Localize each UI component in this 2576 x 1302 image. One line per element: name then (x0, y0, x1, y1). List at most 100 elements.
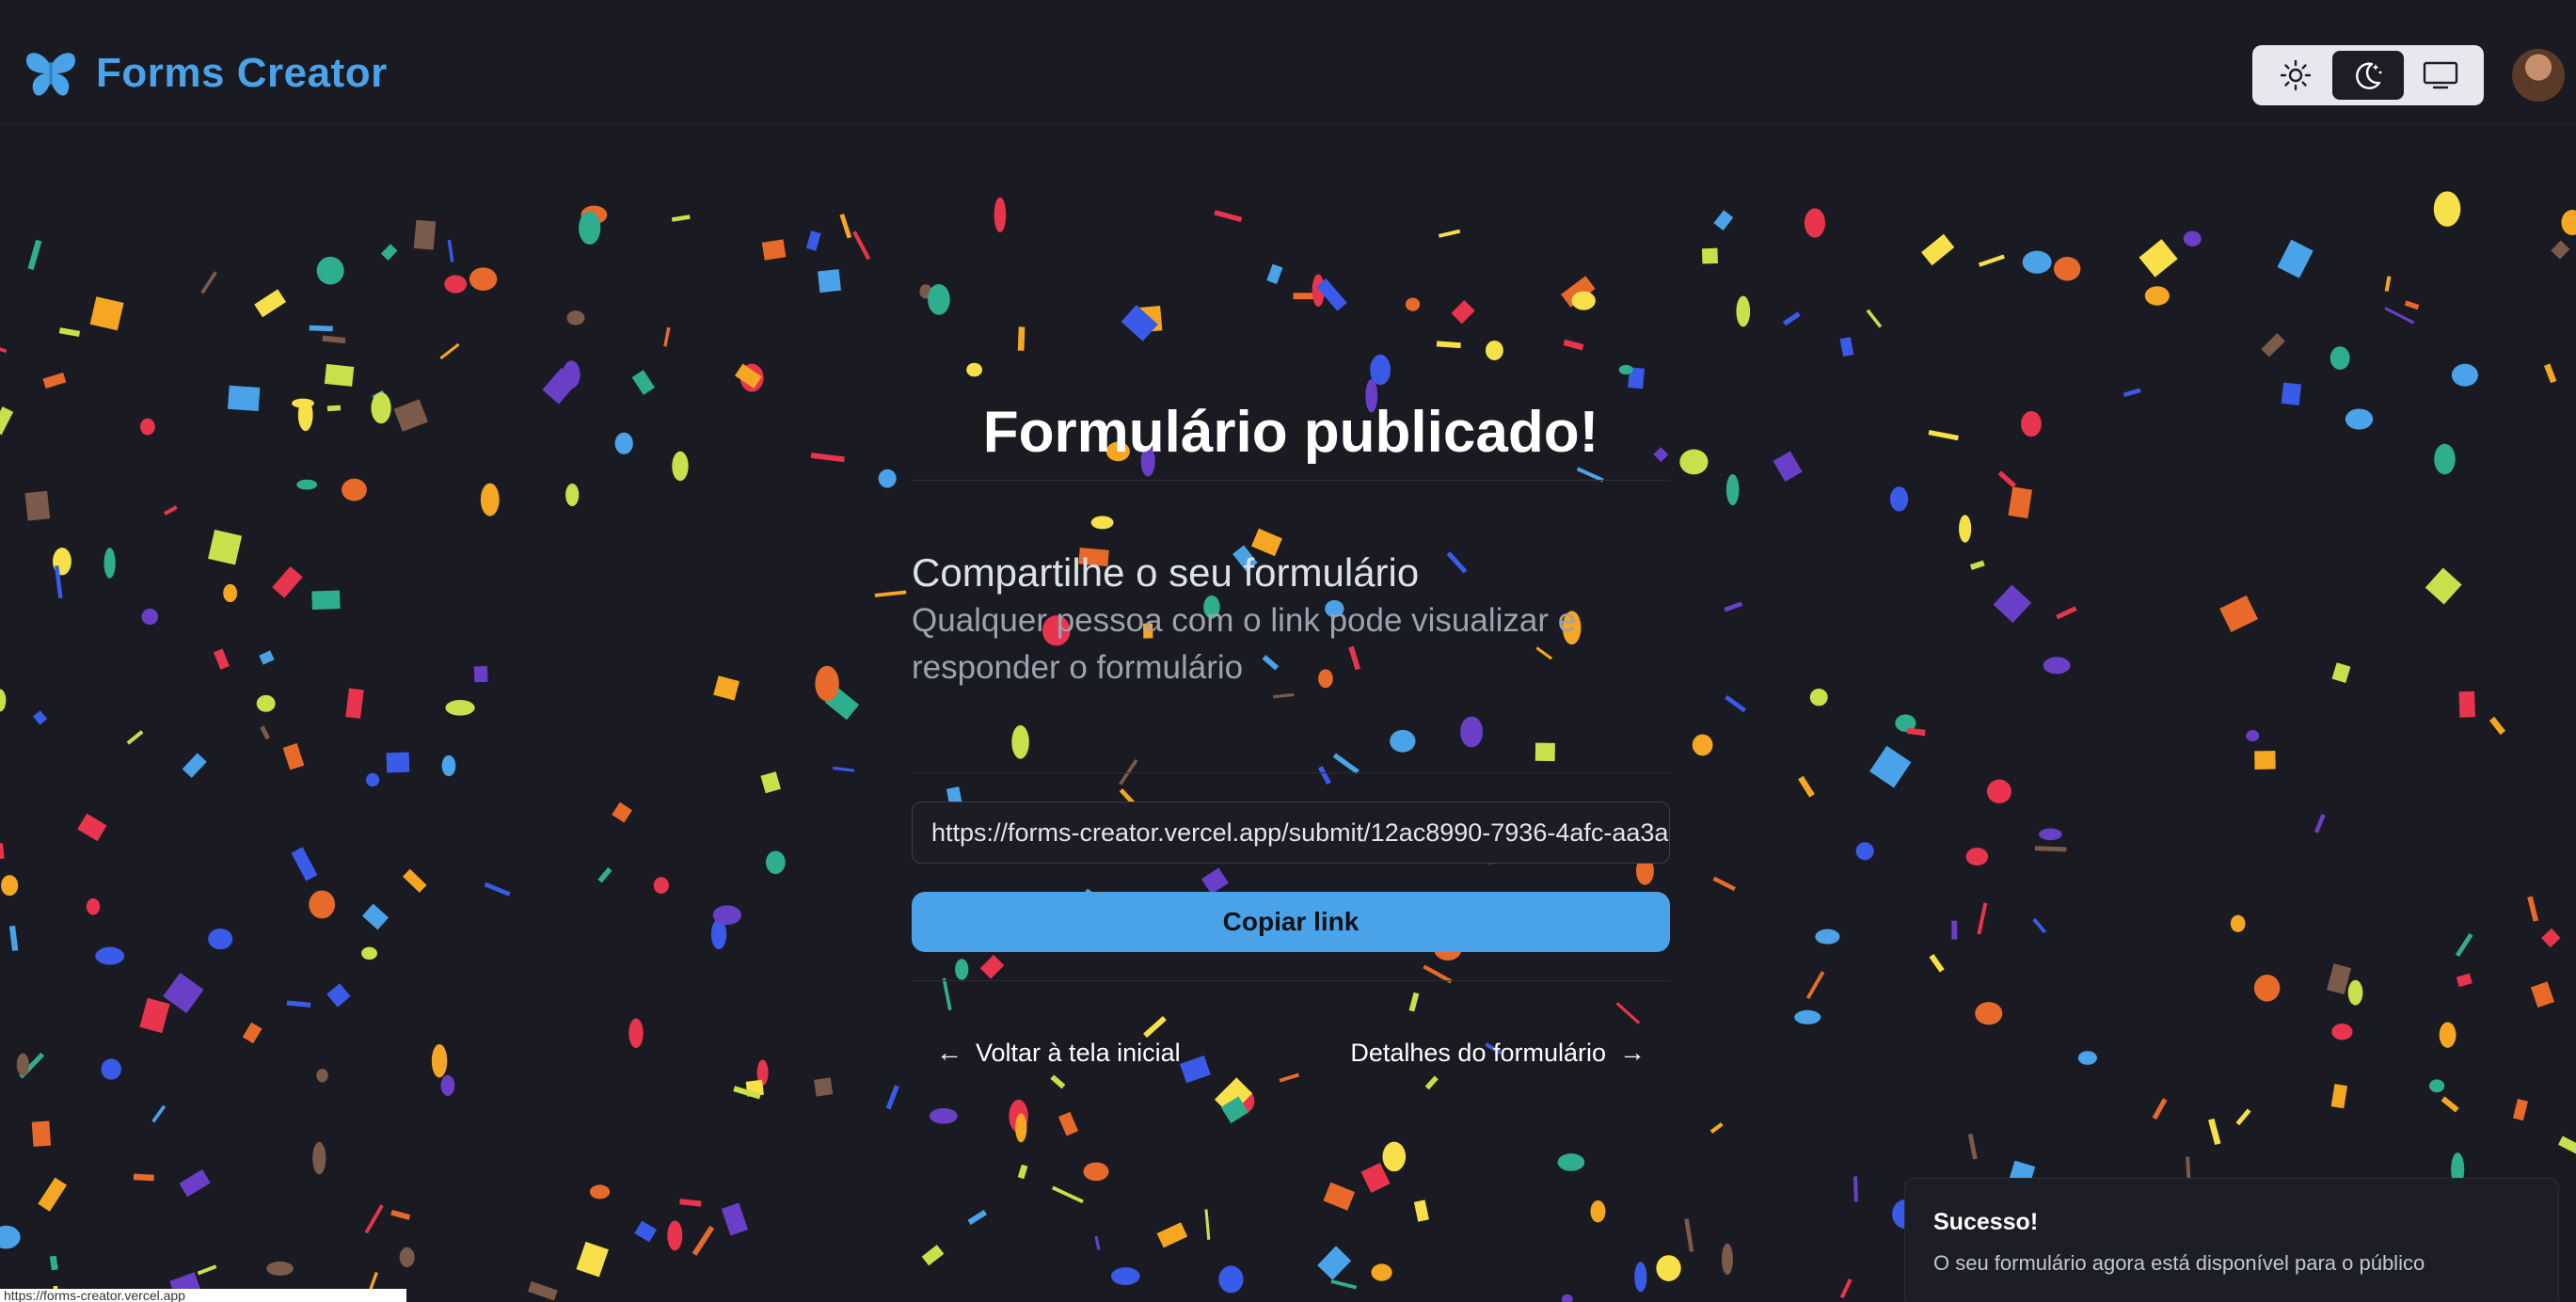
confetti-piece (566, 310, 585, 326)
toast-title: Sucesso! (1933, 1209, 2039, 1235)
confetti-piece (1713, 210, 1734, 231)
confetti-piece (213, 648, 230, 670)
confetti-piece (1316, 278, 1347, 311)
confetti-piece (431, 1043, 448, 1078)
confetti-piece (2022, 250, 2052, 274)
confetti-piece (31, 1120, 52, 1147)
form-details-link[interactable]: Detalhes do formulário → (1350, 1038, 1646, 1068)
confetti-piece (399, 1246, 415, 1268)
confetti-piece (1009, 1099, 1028, 1133)
brand[interactable]: Forms Creator (23, 45, 388, 102)
confetti-piece (1451, 299, 1475, 325)
confetti-piece (919, 284, 932, 299)
confetti-piece (2512, 1099, 2528, 1121)
confetti-piece (266, 1261, 294, 1276)
confetti-piece (1855, 842, 1874, 861)
confetti-piece (2208, 1118, 2221, 1146)
moon-stars-icon (2356, 62, 2382, 89)
confetti-piece (1928, 429, 1959, 441)
confetti-piece (1121, 305, 1158, 341)
confetti-piece (58, 327, 81, 337)
light-theme-button[interactable] (2260, 51, 2331, 100)
confetti-piece (342, 478, 367, 501)
confetti-piece (371, 392, 391, 424)
confetti-piece (2558, 1135, 2576, 1159)
confetti-piece (1736, 295, 1751, 327)
confetti-piece (1895, 714, 1916, 732)
confetti-piece (824, 687, 860, 721)
confetti-piece (679, 1199, 702, 1207)
confetti-piece (885, 1085, 899, 1110)
confetti-piece (2456, 973, 2473, 988)
back-home-link[interactable]: ← Voltar à tela inicial (936, 1038, 1181, 1068)
form-link-input[interactable]: https://forms-creator.vercel.app/submit/… (912, 802, 1670, 864)
confetti-piece (2434, 443, 2456, 475)
confetti-piece (597, 866, 612, 883)
confetti-piece (2330, 1084, 2348, 1109)
confetti-piece (2384, 307, 2415, 325)
confetti-piece (1413, 1199, 1429, 1222)
confetti-piece (1804, 208, 1826, 238)
confetti-piece (1993, 584, 2032, 624)
confetti-piece (223, 583, 238, 603)
confetti-piece (565, 483, 580, 507)
confetti-piece (814, 1077, 834, 1097)
confetti-piece (1204, 1209, 1211, 1240)
confetti-piece (2330, 346, 2350, 371)
confetti-piece (818, 269, 842, 294)
confetti-piece (103, 548, 116, 579)
confetti-piece (1220, 1096, 1249, 1124)
confetti-piece (2428, 1079, 2445, 1093)
confetti-piece (878, 468, 897, 488)
confetti-piece (1724, 601, 1743, 612)
share-description: Qualquer pessoa com o link pode visualiz… (912, 602, 1577, 686)
confetti-piece (2489, 716, 2506, 736)
confetti-piece (713, 675, 740, 701)
confetti-piece (1317, 1246, 1352, 1280)
confetti-piece (2139, 239, 2178, 278)
confetti-piece (282, 742, 305, 770)
confetti-piece (815, 665, 839, 702)
confetti-piece (1436, 341, 1461, 349)
confetti-piece (2183, 230, 2202, 246)
top-bar: Forms Creator (0, 0, 2576, 125)
confetti-piece (2253, 975, 2281, 1002)
confetti-piece (2034, 846, 2067, 852)
confetti-piece (1424, 1075, 1439, 1090)
system-theme-button[interactable] (2405, 51, 2476, 100)
confetti-piece (312, 1141, 326, 1175)
confetti-piece (1330, 1279, 1358, 1290)
confetti-piece (2458, 691, 2475, 718)
navigation-links: ← Voltar à tela inicial Detalhes do form… (912, 1038, 1670, 1068)
divider (912, 980, 1670, 981)
confetti-piece (2261, 332, 2285, 357)
theme-toggle (2252, 45, 2484, 105)
confetti-piece (0, 1225, 21, 1249)
confetti-piece (1571, 291, 1596, 310)
dark-theme-button[interactable] (2332, 51, 2404, 100)
confetti-piece (966, 362, 983, 377)
confetti-piece (326, 983, 351, 1008)
success-toast[interactable]: Sucesso! O seu formulário agora está dis… (1904, 1178, 2559, 1302)
confetti-piece (0, 843, 5, 861)
confetti-piece (1218, 1265, 1244, 1294)
confetti-piece (291, 847, 318, 881)
confetti-piece (765, 850, 786, 875)
confetti-piece (761, 239, 787, 261)
confetti-piece (710, 918, 727, 950)
confetti-piece (272, 565, 303, 598)
confetti-piece (1701, 247, 1718, 264)
copy-link-button[interactable]: Copiar link (912, 892, 1670, 952)
confetti-piece (27, 239, 42, 270)
confetti-piece (2021, 410, 2042, 437)
confetti-piece (2077, 1051, 2097, 1065)
confetti-piece (832, 766, 855, 772)
confetti-piece (309, 890, 336, 919)
confetti-piece (1214, 210, 1243, 223)
confetti-piece (89, 296, 124, 331)
confetti-piece (1986, 779, 2012, 803)
confetti-piece (77, 813, 107, 842)
user-avatar[interactable] (2512, 49, 2565, 102)
confetti-piece (1869, 745, 1912, 788)
confetti-piece (1634, 1262, 1647, 1293)
